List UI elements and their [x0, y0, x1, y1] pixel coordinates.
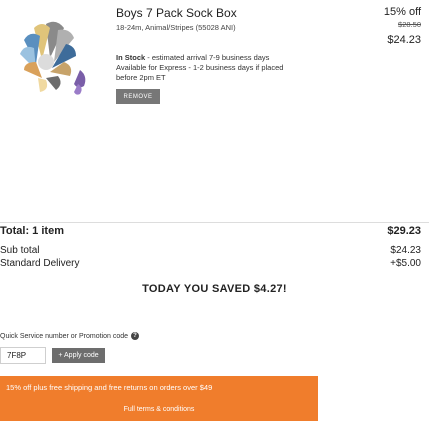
stock-bold: In Stock — [116, 53, 146, 62]
item-info: Boys 7 Pack Sock Box 18-24m, Animal/Stri… — [116, 6, 346, 104]
express-note: Available for Express - 1-2 business day… — [116, 63, 284, 72]
delivery-value: +$5.00 — [390, 258, 421, 269]
discount-percent: 15% off — [383, 6, 421, 18]
delivery-label: Standard Delivery — [0, 258, 80, 269]
total-value: $29.23 — [387, 225, 421, 237]
cart-item: Boys 7 Pack Sock Box 18-24m, Animal/Stri… — [0, 0, 429, 222]
divider — [0, 222, 429, 223]
sale-price: $24.23 — [387, 34, 421, 46]
price-column: 15% off $28.50 $24.23 — [384, 6, 421, 46]
original-price: $28.50 — [398, 20, 421, 29]
promo-code-input[interactable] — [0, 347, 46, 364]
apply-code-button[interactable]: + Apply code — [52, 348, 105, 363]
savings-message: TODAY YOU SAVED $4.27! — [142, 283, 287, 295]
item-details: 18-24m, Animal/Stripes (55028 ANI) — [116, 23, 236, 32]
promo-label: Quick Service number or Promotion code ? — [0, 332, 139, 340]
item-title[interactable]: Boys 7 Pack Sock Box — [116, 6, 346, 20]
sock-box-product-image[interactable] — [6, 14, 102, 124]
offer-banner: 15% off plus free shipping and free retu… — [0, 376, 318, 398]
help-icon[interactable]: ? — [131, 332, 139, 340]
subtotal-label: Sub total — [0, 245, 40, 256]
subtotal-value: $24.23 — [390, 245, 421, 256]
total-label: Total: 1 item — [0, 225, 64, 237]
stock-arrival: - estimated arrival 7-9 business days — [145, 53, 270, 62]
terms-link[interactable]: Full terms & conditions — [0, 398, 318, 421]
promo-label-text: Quick Service number or Promotion code — [0, 332, 128, 340]
stock-status: In Stock - estimated arrival 7-9 busines… — [116, 53, 346, 63]
remove-button[interactable]: REMOVE — [116, 89, 160, 104]
express-cutoff: before 2pm ET — [116, 73, 166, 82]
